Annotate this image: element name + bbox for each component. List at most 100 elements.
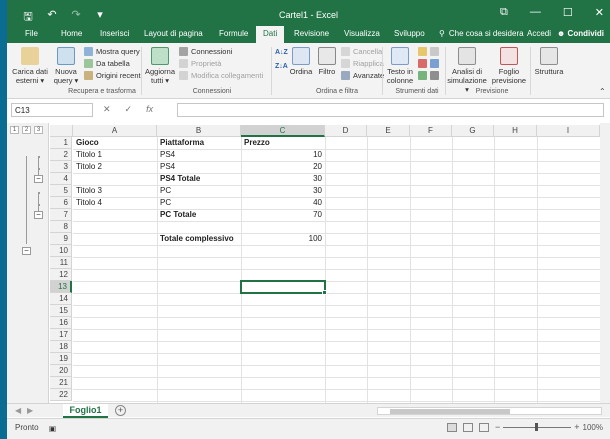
testo-in-colonne-button[interactable]: Testo in colonne bbox=[385, 47, 415, 85]
row-header[interactable]: 7 bbox=[50, 209, 72, 221]
remove-duplicates-icon[interactable] bbox=[418, 59, 439, 68]
cancella-button[interactable]: Cancella bbox=[341, 47, 382, 56]
row-header[interactable]: 8 bbox=[50, 221, 72, 233]
enter-icon[interactable]: ✓ bbox=[125, 104, 133, 115]
scroll-thumb[interactable] bbox=[390, 409, 510, 414]
cell-a5[interactable]: Titolo 3 bbox=[73, 185, 157, 197]
page-layout-view-button[interactable] bbox=[463, 423, 473, 432]
row-header[interactable]: 11 bbox=[50, 257, 72, 269]
row-header[interactable]: 3 bbox=[50, 161, 72, 173]
close-button[interactable]: ✕ bbox=[595, 6, 604, 19]
tab-formule[interactable]: Formule bbox=[219, 29, 248, 38]
outline-level-3-button[interactable]: 3 bbox=[34, 126, 43, 134]
cell-a1[interactable]: Gioco bbox=[73, 137, 157, 149]
tab-revisione[interactable]: Revisione bbox=[294, 29, 329, 38]
row-header[interactable]: 21 bbox=[50, 377, 72, 389]
cell-b5[interactable]: PC bbox=[157, 185, 241, 197]
ordina-button[interactable]: Ordina bbox=[289, 47, 313, 76]
cell-c7[interactable]: 70 bbox=[241, 209, 325, 221]
column-header-i[interactable]: I bbox=[537, 125, 600, 137]
riapplica-button[interactable]: Riapplica bbox=[341, 59, 384, 68]
outline-level-1-button[interactable]: 1 bbox=[10, 126, 19, 134]
row-header[interactable]: 2 bbox=[50, 149, 72, 161]
select-all-button[interactable] bbox=[50, 125, 73, 137]
nuova-query-button[interactable]: Nuova query ▾ bbox=[51, 47, 81, 85]
collapse-ribbon-icon[interactable]: ⌃ bbox=[599, 87, 606, 96]
tab-layout[interactable]: Layout di pagina bbox=[144, 29, 203, 38]
minimize-button[interactable]: — bbox=[530, 6, 541, 19]
tell-me-box[interactable]: ⚲ Che cosa si desidera bbox=[439, 29, 524, 38]
cell-c5[interactable]: 30 bbox=[241, 185, 325, 197]
macro-record-icon[interactable]: ▣ bbox=[49, 424, 56, 433]
cell-b9[interactable]: Totale complessivo bbox=[157, 233, 241, 245]
aggiorna-tutti-button[interactable]: Aggiorna tutti ▾ bbox=[143, 47, 177, 85]
cell-c4[interactable]: 30 bbox=[241, 173, 325, 185]
zoom-out-button[interactable]: − bbox=[495, 422, 500, 432]
tab-inserisci[interactable]: Inserisci bbox=[100, 29, 129, 38]
selected-cell-c13[interactable] bbox=[240, 280, 326, 294]
column-header-b[interactable]: B bbox=[157, 125, 241, 137]
cell-b2[interactable]: PS4 bbox=[157, 149, 241, 161]
cancel-icon[interactable]: ✕ bbox=[103, 104, 111, 115]
row-header[interactable]: 15 bbox=[50, 305, 72, 317]
tab-visualizza[interactable]: Visualizza bbox=[344, 29, 380, 38]
modifica-collegamenti-button[interactable]: Modifica collegamenti bbox=[179, 71, 263, 80]
column-header-e[interactable]: E bbox=[367, 125, 410, 137]
row-header[interactable]: 4 bbox=[50, 173, 72, 185]
tab-dati[interactable]: Dati bbox=[256, 26, 285, 43]
struttura-button[interactable]: Struttura bbox=[533, 47, 565, 76]
column-header-h[interactable]: H bbox=[494, 125, 537, 137]
cell-c3[interactable]: 20 bbox=[241, 161, 325, 173]
connessioni-button[interactable]: Connessioni bbox=[179, 47, 232, 56]
fx-icon[interactable]: fx bbox=[146, 104, 153, 115]
row-header[interactable]: 6 bbox=[50, 197, 72, 209]
row-header[interactable]: 17 bbox=[50, 329, 72, 341]
collapse-group-total-button[interactable]: − bbox=[22, 247, 31, 255]
cell-b6[interactable]: PC bbox=[157, 197, 241, 209]
data-validation-icon[interactable] bbox=[418, 71, 439, 80]
cell-b3[interactable]: PS4 bbox=[157, 161, 241, 173]
formula-input[interactable] bbox=[177, 103, 604, 117]
cell-a2[interactable]: Titolo 1 bbox=[73, 149, 157, 161]
fill-handle[interactable] bbox=[322, 290, 327, 295]
column-header-a[interactable]: A bbox=[73, 125, 157, 137]
row-header[interactable]: 10 bbox=[50, 245, 72, 257]
ribbon-display-options-icon[interactable]: ⧉ bbox=[500, 6, 508, 19]
row-header[interactable]: 14 bbox=[50, 293, 72, 305]
zoom-slider-knob[interactable] bbox=[535, 422, 539, 431]
analisi-simulazione-button[interactable]: Analisi di simulazione ▾ bbox=[447, 47, 487, 94]
worksheet-grid[interactable]: 1 2 3 − − − A B C D E F G H I 1 2 3 4 5 … bbox=[7, 123, 610, 403]
cell-b4[interactable]: PS4 Totale bbox=[157, 173, 241, 185]
row-header[interactable]: 12 bbox=[50, 269, 72, 281]
sort-az-icon[interactable]: A↓Z bbox=[275, 49, 288, 56]
column-header-d[interactable]: D bbox=[325, 125, 367, 137]
zoom-in-button[interactable]: + bbox=[574, 422, 579, 432]
filtro-button[interactable]: Filtro bbox=[315, 47, 339, 76]
next-sheet-icon[interactable]: ▶ bbox=[27, 406, 33, 415]
row-header[interactable]: 9 bbox=[50, 233, 72, 245]
da-tabella-button[interactable]: Da tabella bbox=[84, 59, 130, 68]
page-break-view-button[interactable] bbox=[479, 423, 489, 432]
name-box[interactable]: C13 bbox=[11, 103, 93, 117]
row-header[interactable]: 18 bbox=[50, 341, 72, 353]
share-button[interactable]: ☻ Condividi bbox=[557, 29, 604, 38]
column-header-c[interactable]: C bbox=[241, 125, 325, 137]
cell-a3[interactable]: Titolo 2 bbox=[73, 161, 157, 173]
origini-recenti-button[interactable]: Origini recenti bbox=[84, 71, 142, 80]
column-header-f[interactable]: F bbox=[410, 125, 452, 137]
mostra-query-button[interactable]: Mostra query bbox=[84, 47, 140, 56]
row-header[interactable]: 19 bbox=[50, 353, 72, 365]
cell-b1[interactable]: Piattaforma bbox=[157, 137, 241, 149]
collapse-group-ps4-button[interactable]: − bbox=[34, 175, 43, 183]
cell-c6[interactable]: 40 bbox=[241, 197, 325, 209]
outline-level-2-button[interactable]: 2 bbox=[22, 126, 31, 134]
row-header[interactable]: 20 bbox=[50, 365, 72, 377]
vertical-scrollbar[interactable] bbox=[600, 123, 610, 403]
row-header[interactable]: 1 bbox=[50, 137, 72, 149]
normal-view-button[interactable] bbox=[447, 423, 457, 432]
proprieta-button[interactable]: Proprietà bbox=[179, 59, 221, 68]
prev-sheet-icon[interactable]: ◀ bbox=[15, 406, 21, 415]
carica-dati-esterni-button[interactable]: Carica dati esterni ▾ bbox=[11, 47, 49, 85]
zoom-slider[interactable] bbox=[503, 422, 572, 431]
horizontal-scrollbar[interactable] bbox=[377, 407, 602, 415]
